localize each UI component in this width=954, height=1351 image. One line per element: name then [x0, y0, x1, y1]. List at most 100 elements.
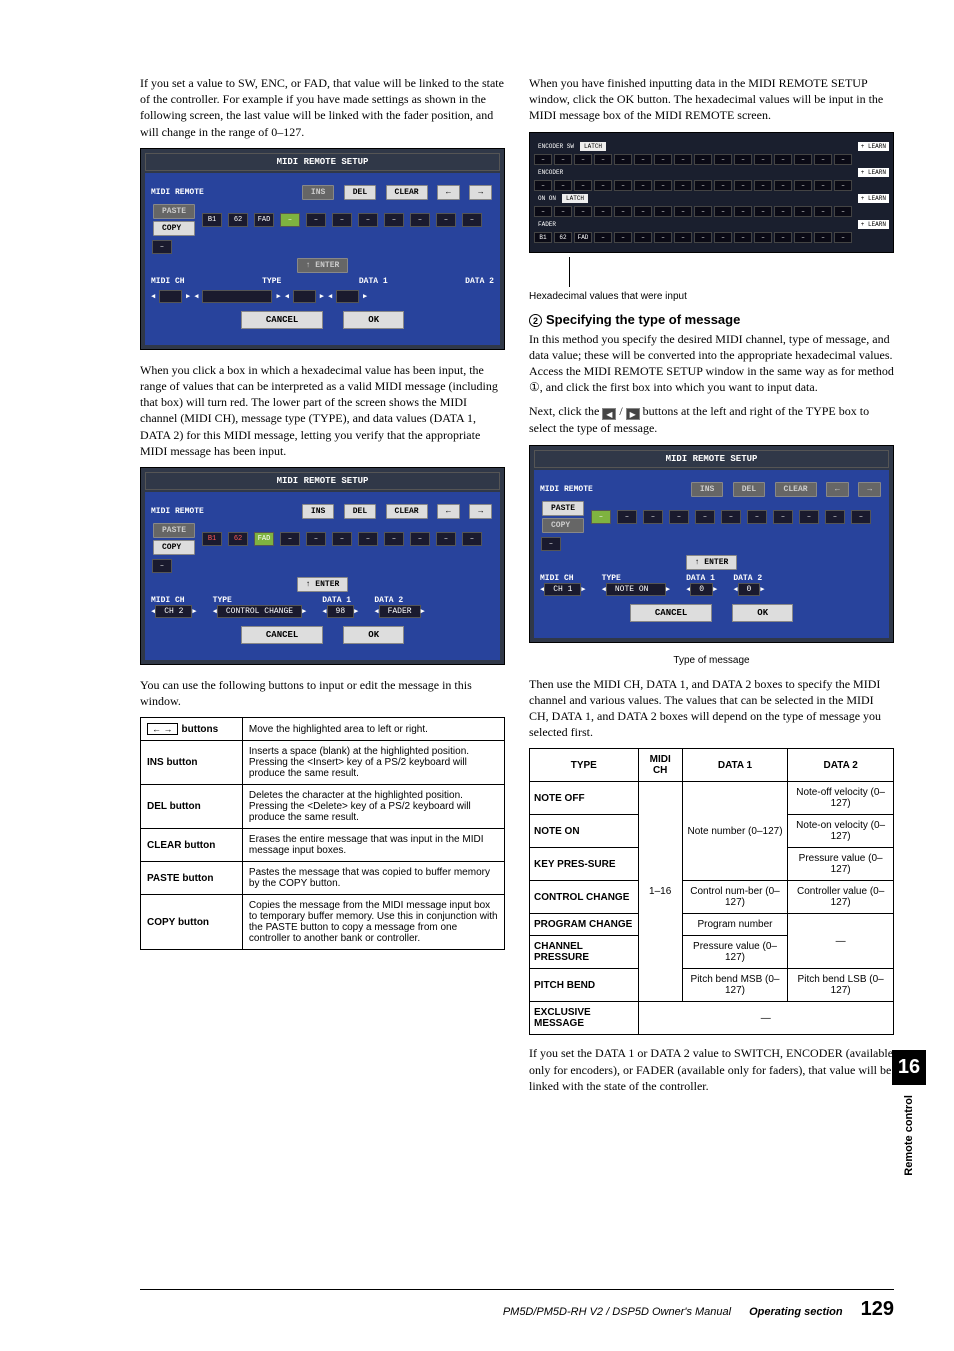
table-cell: Control num-ber (0–127)	[682, 881, 788, 914]
data2-value[interactable]: 0	[738, 583, 761, 596]
hex-slot-cursor[interactable]: –	[591, 510, 611, 524]
right-arrow-button[interactable]: →	[858, 482, 881, 497]
hex-slot[interactable]: –	[436, 532, 456, 546]
hex-slot[interactable]: –	[410, 532, 430, 546]
ins-button[interactable]: INS	[302, 504, 334, 519]
midi-ch-value[interactable]: CH 2	[155, 605, 192, 618]
hex-slot[interactable]: FAD	[254, 213, 274, 227]
paste-button[interactable]: PASTE	[153, 204, 195, 219]
hex-slot[interactable]: –	[280, 532, 300, 546]
hex-slot[interactable]: –	[384, 532, 404, 546]
enter-button[interactable]: ↑ ENTER	[297, 577, 349, 592]
midi-ch-value[interactable]: CH 1	[544, 583, 581, 596]
hex-slot[interactable]: –	[462, 213, 482, 227]
hex-slot[interactable]: –	[152, 559, 172, 573]
type-value[interactable]: CONTROL CHANGE	[217, 605, 302, 618]
hex-slot[interactable]: –	[332, 213, 352, 227]
enter-button[interactable]: ↑ ENTER	[686, 555, 738, 570]
hex-slot[interactable]: –	[358, 213, 378, 227]
hex-slot[interactable]: –	[410, 213, 430, 227]
data2-value[interactable]: FADER	[379, 605, 421, 618]
ok-button[interactable]: OK	[343, 311, 404, 329]
data1-value[interactable]: 0	[690, 583, 713, 596]
del-button[interactable]: DEL	[344, 504, 376, 519]
figure-caption: Hexadecimal values that were input	[529, 291, 894, 302]
cancel-button[interactable]: CANCEL	[630, 604, 712, 622]
encoder-label: ENCODER	[534, 168, 567, 177]
hex-slot-red[interactable]: B1	[202, 532, 222, 546]
hex-slot[interactable]: –	[306, 213, 326, 227]
midi-ch-value[interactable]	[159, 290, 182, 303]
hex-slot[interactable]: –	[541, 537, 561, 551]
hex-slot[interactable]: –	[436, 213, 456, 227]
window-title: MIDI REMOTE SETUP	[145, 153, 500, 171]
cancel-button[interactable]: CANCEL	[241, 626, 323, 644]
type-value[interactable]: NOTE ON	[606, 583, 666, 596]
th-type: TYPE	[530, 749, 639, 782]
right-arrow-button[interactable]: →	[469, 185, 492, 200]
copy-button[interactable]: COPY	[542, 518, 584, 533]
hex-slot-cursor[interactable]: –	[280, 213, 300, 227]
hex-slot[interactable]: –	[462, 532, 482, 546]
left-arrow-button[interactable]: ←	[437, 504, 460, 519]
hex-slot[interactable]: –	[773, 510, 793, 524]
type-label: TYPE	[213, 596, 307, 605]
midi-ch-label: MIDI CH	[540, 574, 586, 583]
hex-slot[interactable]: –	[825, 510, 845, 524]
learn-button[interactable]: + LEARN	[858, 168, 889, 177]
clear-button[interactable]: CLEAR	[775, 482, 817, 497]
cancel-button[interactable]: CANCEL	[241, 311, 323, 329]
hex-slot[interactable]: –	[332, 532, 352, 546]
midi-remote-setup-screenshot-2: MIDI REMOTE SETUP MIDI REMOTE INS DEL CL…	[140, 467, 505, 665]
hex-slot[interactable]: –	[358, 532, 378, 546]
left-arrow-button[interactable]: ←	[437, 185, 460, 200]
ok-button[interactable]: OK	[343, 626, 404, 644]
right-arrow-button[interactable]: →	[469, 504, 492, 519]
hex-slot[interactable]: –	[747, 510, 767, 524]
copy-button[interactable]: COPY	[153, 221, 195, 236]
clear-button[interactable]: CLEAR	[386, 185, 428, 200]
learn-button[interactable]: + LEARN	[858, 142, 889, 151]
hex-slot[interactable]: –	[384, 213, 404, 227]
paste-button[interactable]: PASTE	[542, 501, 584, 516]
chapter-name: Remote control	[903, 1095, 915, 1176]
hex-slot[interactable]: –	[306, 532, 326, 546]
hex-slot[interactable]: –	[799, 510, 819, 524]
del-button[interactable]: DEL	[344, 185, 376, 200]
ok-button[interactable]: OK	[732, 604, 793, 622]
learn-button[interactable]: + LEARN	[858, 194, 889, 203]
left-arrow-button[interactable]: ←	[826, 482, 849, 497]
enter-button[interactable]: ↑ ENTER	[297, 258, 349, 273]
table-cell: Copies the message from the MIDI message…	[242, 895, 504, 950]
learn-button[interactable]: + LEARN	[858, 220, 889, 229]
del-button[interactable]: DEL	[733, 482, 765, 497]
ins-button[interactable]: INS	[691, 482, 723, 497]
data1-value[interactable]: 98	[327, 605, 355, 618]
chapter-tab: 16 Remote control	[894, 1050, 924, 1250]
hex-slot[interactable]: –	[695, 510, 715, 524]
step-number-icon: 2	[529, 314, 542, 327]
hex-slot[interactable]: 62	[228, 213, 248, 227]
hex-slot-cursor[interactable]: FAD	[254, 532, 274, 546]
hex-slot[interactable]: –	[669, 510, 689, 524]
paste-button[interactable]: PASTE	[153, 523, 195, 538]
type-label: TYPE	[602, 574, 670, 583]
table-row-label: KEY PRES-SURE	[530, 848, 639, 881]
table-cell: Note-off velocity (0–127)	[788, 782, 894, 815]
type-value[interactable]	[202, 290, 272, 303]
copy-button[interactable]: COPY	[153, 540, 195, 555]
hex-slot[interactable]: –	[721, 510, 741, 524]
hex-slot[interactable]: B1	[202, 213, 222, 227]
hex-slot[interactable]: –	[617, 510, 637, 524]
hex-slot[interactable]: –	[851, 510, 871, 524]
hex-slot-red[interactable]: 62	[228, 532, 248, 546]
data1-value[interactable]	[293, 290, 316, 303]
section-name: Operating section	[749, 1306, 843, 1318]
table-row-label: PROGRAM CHANGE	[530, 914, 639, 936]
ins-button[interactable]: INS	[302, 185, 334, 200]
manual-title: PM5D/PM5D-RH V2 / DSP5D Owner's Manual	[503, 1306, 731, 1318]
clear-button[interactable]: CLEAR	[386, 504, 428, 519]
data2-value[interactable]	[336, 290, 359, 303]
hex-slot[interactable]: –	[152, 240, 172, 254]
hex-slot[interactable]: –	[643, 510, 663, 524]
